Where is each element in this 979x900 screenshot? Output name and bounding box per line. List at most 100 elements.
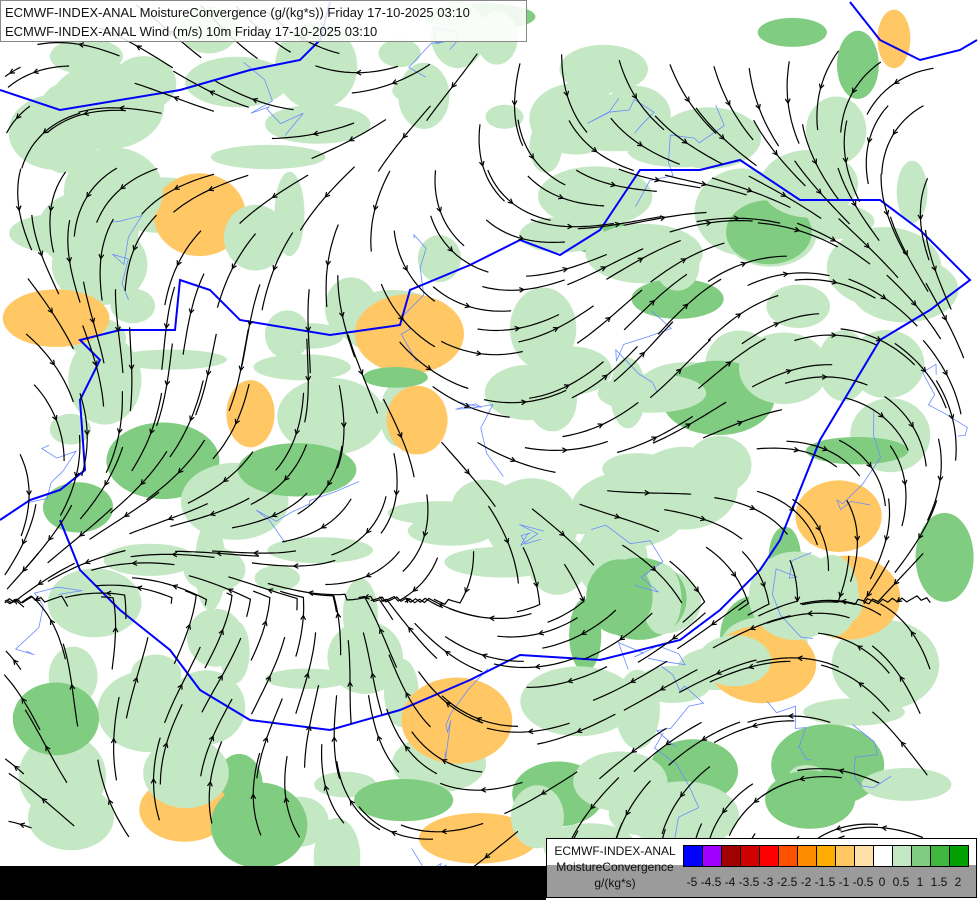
- field-patch: [253, 354, 351, 381]
- legend-tick: -2: [800, 875, 812, 889]
- field-patch: [103, 543, 197, 576]
- legend-tick: -4.5: [700, 875, 722, 889]
- legend-tick: 2: [954, 875, 962, 889]
- legend-swatch: [817, 846, 836, 866]
- streamline: [497, 617, 578, 638]
- field-patch: [387, 501, 492, 525]
- bottom-black-strip: [0, 866, 546, 900]
- streamline: [241, 284, 261, 367]
- field-patch: [532, 346, 612, 395]
- field-patch: [915, 512, 974, 602]
- field-patch: [47, 568, 142, 638]
- legend-swatch: [798, 846, 817, 866]
- field-patch: [378, 39, 421, 68]
- field-patch: [837, 30, 879, 99]
- legend-tick: 1: [916, 875, 924, 889]
- title-wind: ECMWF-INDEX-ANAL Wind (m/s) 10m Friday 1…: [5, 24, 378, 39]
- river: [455, 401, 504, 477]
- legend-swatch: [684, 846, 703, 866]
- streamline: [524, 440, 608, 452]
- streamline: [4, 66, 21, 77]
- streamline: [19, 454, 30, 537]
- map-title: ECMWF-INDEX-ANAL MoistureConvergence (g/…: [0, 0, 527, 42]
- field-patch: [354, 294, 464, 374]
- streamline: [840, 826, 924, 839]
- field-patch: [49, 38, 123, 75]
- field-patch: [795, 480, 882, 552]
- field-patch: [697, 635, 772, 687]
- field-patch: [265, 668, 351, 689]
- field-patch: [877, 9, 911, 69]
- legend-tick: -1.5: [814, 875, 836, 889]
- legend-tick: -4: [724, 875, 736, 889]
- field-patch: [417, 235, 461, 283]
- legend-swatch: [703, 846, 722, 866]
- streamline: [370, 170, 391, 252]
- field-patch: [362, 367, 428, 388]
- river: [922, 363, 968, 437]
- field-patch: [238, 443, 357, 497]
- field-patch: [586, 559, 653, 635]
- legend-parameter: MoistureConvergence: [556, 860, 674, 874]
- field-patch: [738, 332, 829, 405]
- field-patch: [485, 104, 524, 129]
- field-patch: [803, 698, 905, 726]
- field-patch: [529, 119, 562, 173]
- field-patch: [765, 770, 856, 829]
- streamline: [280, 590, 305, 657]
- field-patch: [444, 546, 562, 578]
- legend-swatch: [950, 846, 968, 866]
- field-patch: [861, 767, 952, 801]
- field-patch: [766, 284, 830, 328]
- legend-tick: -1: [838, 875, 850, 889]
- streamline: [478, 124, 505, 202]
- field-patch: [757, 17, 827, 47]
- streamline: [182, 273, 205, 355]
- legend-tick: -5: [686, 875, 698, 889]
- field-patch: [354, 779, 454, 822]
- streamline: [299, 166, 356, 231]
- streamline: [576, 289, 643, 344]
- legend-tick: 1.5: [930, 875, 948, 889]
- field-patch: [386, 385, 448, 455]
- legend-swatch: [912, 846, 931, 866]
- streamline: [333, 695, 341, 779]
- legend-unit: g/(kg*s): [594, 876, 636, 890]
- field-patch: [630, 446, 738, 530]
- legend-swatches: [683, 845, 969, 867]
- legend-swatch: [874, 846, 893, 866]
- legend-swatch: [855, 846, 874, 866]
- streamline: [448, 607, 532, 619]
- color-legend: ECMWF-INDEX-ANAL MoistureConvergence g/(…: [546, 838, 977, 898]
- legend-swatch: [836, 846, 855, 866]
- field-patch: [342, 578, 378, 652]
- field-patch: [143, 737, 229, 809]
- legend-tick: 0: [878, 875, 886, 889]
- streamline: [922, 339, 962, 415]
- field-patch: [12, 682, 99, 756]
- legend-model: ECMWF-INDEX-ANAL: [554, 844, 676, 858]
- legend-tick: 0.5: [892, 875, 910, 889]
- streamline: [379, 557, 439, 603]
- field-patch: [210, 144, 326, 170]
- legend-swatch: [931, 846, 950, 866]
- legend-swatch: [741, 846, 760, 866]
- streamline: [482, 279, 565, 291]
- streamline: [865, 105, 889, 185]
- weather-map[interactable]: [0, 0, 979, 900]
- legend-swatch: [779, 846, 798, 866]
- legend-swatch: [760, 846, 779, 866]
- field-patch: [131, 654, 182, 694]
- legend-swatch: [893, 846, 912, 866]
- legend-tick: -2.5: [776, 875, 798, 889]
- legend-tick: -0.5: [852, 875, 874, 889]
- streamline: [195, 333, 217, 416]
- field-patch: [28, 784, 114, 851]
- field-patch: [226, 380, 275, 448]
- legend-tick: -3: [762, 875, 774, 889]
- legend-swatch: [722, 846, 741, 866]
- legend-tick: -3.5: [738, 875, 760, 889]
- streamline: [256, 698, 283, 779]
- title-moisture-convergence: ECMWF-INDEX-ANAL MoistureConvergence (g/…: [5, 5, 470, 20]
- streamline: [380, 452, 398, 534]
